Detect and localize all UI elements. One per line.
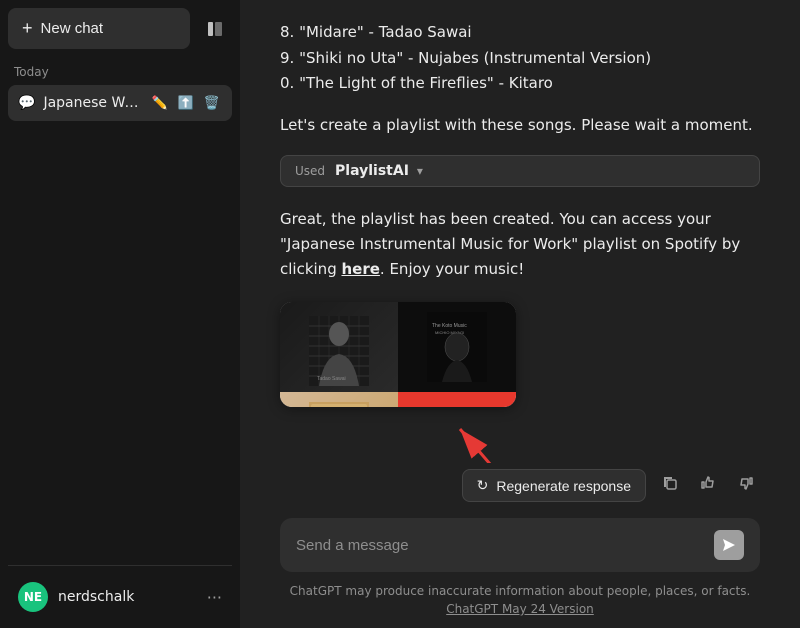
chat-messages: 8. "Midare" - Tadao Sawai 9. "Shiki no U…: [240, 0, 800, 463]
completion-message: Great, the playlist has been created. Yo…: [280, 207, 760, 281]
red-arrow-annotation: [440, 419, 760, 449]
user-options-icon: ···: [207, 588, 222, 607]
image-quadrant-3: ISAAC STERN ウ ン イ コ ス タ ー: [280, 392, 398, 408]
user-menu-item[interactable]: NE nerdschalk ···: [8, 574, 232, 620]
chat-item-label: Japanese Work Musi: [43, 95, 141, 111]
list-item: 9. "Shiki no Uta" - Nujabes (Instrumenta…: [280, 46, 760, 72]
chat-item-actions: ✏️ ⬆️ 🗑️: [149, 93, 222, 113]
regenerate-button[interactable]: ↻ Regenerate response: [462, 469, 646, 502]
traditional-art-image: ISAAC STERN ウ ン イ コ ス タ ー: [309, 402, 369, 408]
copy-button[interactable]: [656, 469, 684, 502]
svg-text:The Koto Music: The Koto Music: [432, 323, 467, 329]
edit-chat-button[interactable]: ✏️: [149, 93, 169, 113]
main-content: 8. "Midare" - Tadao Sawai 9. "Shiki no U…: [240, 0, 800, 628]
image-quadrant-4: [398, 392, 516, 408]
thumbs-down-icon: [738, 475, 754, 491]
song-list-block: 8. "Midare" - Tadao Sawai 9. "Shiki no U…: [280, 20, 760, 109]
input-area: [240, 510, 800, 576]
spotify-card-image: Tadao Sawai The Koto Music MICHIO MIYAGI: [280, 302, 516, 408]
wait-message: Let's create a playlist with these songs…: [280, 113, 760, 138]
song-title: "The Light of the Fireflies" - Kitaro: [299, 74, 553, 92]
user-name: nerdschalk: [58, 589, 197, 605]
new-chat-label: New chat: [41, 20, 104, 37]
song-num: 9.: [280, 49, 299, 67]
song-title: "Midare" - Tadao Sawai: [299, 23, 472, 41]
tool-used-label: Used: [295, 164, 325, 178]
thumbs-down-button[interactable]: [732, 469, 760, 502]
toggle-sidebar-button[interactable]: [198, 12, 232, 46]
list-item: 0. "The Light of the Fireflies" - Kitaro: [280, 71, 760, 97]
tool-pill[interactable]: Used PlaylistAI ▾: [280, 155, 760, 187]
tool-name: PlaylistAI: [335, 163, 409, 179]
send-icon: [722, 538, 736, 552]
here-link[interactable]: here: [341, 260, 379, 278]
completion-text-2: . Enjoy your music!: [380, 260, 524, 278]
image-quadrant-2: The Koto Music MICHIO MIYAGI: [398, 302, 516, 392]
sidebar-top: + New chat: [8, 8, 232, 49]
send-button[interactable]: [714, 530, 744, 560]
user-avatar: NE: [18, 582, 48, 612]
input-wrapper: [280, 518, 760, 572]
spotify-card[interactable]: Tadao Sawai The Koto Music MICHIO MIYAGI: [280, 302, 516, 408]
new-chat-button[interactable]: + New chat: [8, 8, 190, 49]
disclaimer-link[interactable]: ChatGPT May 24 Version: [446, 602, 594, 616]
layout-icon: [206, 20, 224, 38]
disclaimer: ChatGPT may produce inaccurate informati…: [240, 576, 800, 628]
user-initials: NE: [24, 590, 42, 604]
thumbs-up-button[interactable]: [694, 469, 722, 502]
regen-label: Regenerate response: [496, 478, 631, 494]
image-quadrant-1: Tadao Sawai: [280, 302, 398, 392]
thumbs-up-icon: [700, 475, 716, 491]
red-arrow-svg: [440, 419, 500, 463]
message-input[interactable]: [296, 537, 704, 554]
sidebar: + New chat Today 💬 Japanese Work Musi ✏️…: [0, 0, 240, 628]
share-chat-button[interactable]: ⬆️: [176, 93, 196, 113]
disclaimer-text: ChatGPT may produce inaccurate informati…: [290, 584, 751, 598]
action-bar: ↻ Regenerate response: [240, 463, 800, 510]
anime-face-image: [427, 402, 487, 408]
plus-icon: +: [22, 18, 33, 39]
song-title: "Shiki no Uta" - Nujabes (Instrumental V…: [299, 49, 651, 67]
today-label: Today: [8, 61, 232, 85]
song-num: 0.: [280, 74, 299, 92]
chat-icon: 💬: [18, 95, 35, 111]
list-item: 8. "Midare" - Tadao Sawai: [280, 20, 760, 46]
sidebar-bottom: NE nerdschalk ···: [8, 565, 232, 620]
person-silhouette: Tadao Sawai: [309, 316, 369, 386]
song-num: 8.: [280, 23, 299, 41]
chat-history-item[interactable]: 💬 Japanese Work Musi ✏️ ⬆️ 🗑️: [8, 85, 232, 121]
chevron-down-icon: ▾: [417, 164, 423, 178]
song-list: 8. "Midare" - Tadao Sawai 9. "Shiki no U…: [280, 20, 760, 97]
svg-text:Tadao Sawai: Tadao Sawai: [317, 376, 346, 382]
koto-music-image: The Koto Music MICHIO MIYAGI: [427, 312, 487, 382]
copy-icon: [662, 475, 678, 491]
delete-chat-button[interactable]: 🗑️: [202, 93, 222, 113]
regen-icon: ↻: [477, 477, 489, 494]
